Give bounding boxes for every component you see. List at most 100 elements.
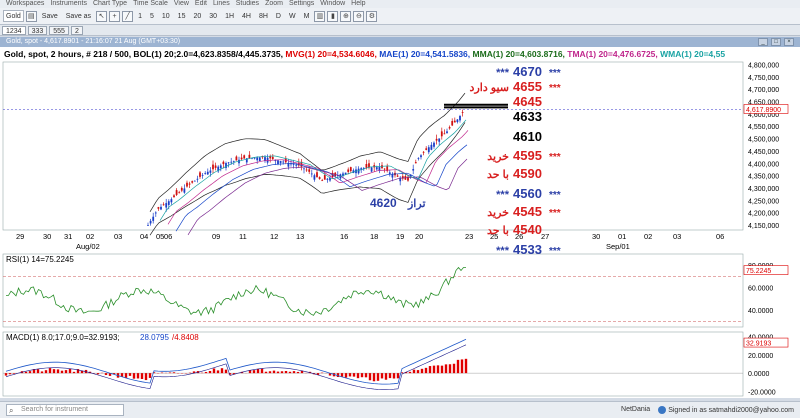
macd-bar bbox=[28, 371, 32, 374]
menu-item-instruments[interactable]: Instruments bbox=[50, 0, 87, 8]
interval-8h[interactable]: 8H bbox=[256, 10, 271, 22]
macd-bar bbox=[408, 371, 412, 374]
macd-bar bbox=[440, 365, 444, 374]
candle-body bbox=[461, 112, 464, 113]
interval-d[interactable]: D bbox=[273, 10, 284, 22]
candle-body bbox=[170, 199, 173, 203]
macd-bar bbox=[260, 368, 264, 374]
interval-15[interactable]: 15 bbox=[175, 10, 189, 22]
candle-body bbox=[178, 192, 181, 194]
menu-item-help[interactable]: Help bbox=[351, 0, 365, 8]
candle-body bbox=[365, 164, 368, 168]
macd-bar bbox=[432, 365, 436, 374]
macd-bar bbox=[252, 370, 256, 374]
price-tick-label: 4,700,000 bbox=[748, 87, 779, 94]
macd-label-c: /4.8408 bbox=[172, 333, 199, 342]
crosshair-icon[interactable]: + bbox=[109, 10, 121, 22]
interval-10[interactable]: 10 bbox=[159, 10, 173, 22]
level-value: 4590 bbox=[513, 166, 542, 181]
symbol-field[interactable]: Gold bbox=[3, 10, 24, 22]
macd-bar bbox=[436, 365, 440, 374]
search-input[interactable]: ⌕ Search for instrument bbox=[6, 404, 124, 416]
interval-w[interactable]: W bbox=[286, 10, 299, 22]
menu-item-workspaces[interactable]: Workspaces bbox=[6, 0, 44, 8]
macd-bar bbox=[128, 373, 132, 376]
macd-bar bbox=[360, 373, 364, 378]
time-tick-label: 03 bbox=[114, 232, 122, 241]
save-button[interactable]: Save bbox=[39, 10, 61, 22]
macd-bar bbox=[136, 373, 140, 379]
tab-1234[interactable]: 1234 bbox=[2, 25, 26, 35]
interval-5[interactable]: 5 bbox=[147, 10, 157, 22]
menu-item-lines[interactable]: Lines bbox=[213, 0, 230, 8]
candle-body bbox=[295, 164, 298, 166]
candle-body bbox=[204, 173, 207, 174]
close-icon[interactable]: × bbox=[784, 38, 794, 46]
rsi-label: RSI(1) 14=75.2245 bbox=[6, 255, 74, 264]
level-prefix: خرید bbox=[487, 207, 509, 219]
macd-bar bbox=[268, 371, 272, 374]
candle-body bbox=[370, 167, 373, 172]
time-tick-label: 03 bbox=[673, 232, 681, 241]
candle-body bbox=[212, 164, 214, 170]
menu-item-chart-type[interactable]: Chart Type bbox=[93, 0, 127, 8]
candle-body bbox=[206, 171, 209, 175]
menu-item-studies[interactable]: Studies bbox=[236, 0, 259, 8]
macd-bar bbox=[148, 373, 152, 378]
interval-30[interactable]: 30 bbox=[206, 10, 220, 22]
macd-bar bbox=[380, 373, 384, 379]
macd-bar bbox=[452, 363, 456, 374]
time-tick-label: 23 bbox=[465, 232, 473, 241]
interval-m[interactable]: M bbox=[301, 10, 313, 22]
interval-1h[interactable]: 1H bbox=[222, 10, 237, 22]
candle-body bbox=[308, 169, 311, 172]
menu-item-time-scale[interactable]: Time Scale bbox=[133, 0, 168, 8]
candle-body bbox=[243, 155, 246, 159]
line-icon[interactable]: ╱ bbox=[122, 10, 134, 22]
macd-bar bbox=[24, 371, 28, 374]
chart-icon[interactable]: ▥ bbox=[314, 10, 326, 22]
open-icon[interactable]: ▤ bbox=[25, 10, 37, 22]
macd-bar bbox=[344, 373, 348, 378]
macd-bar bbox=[224, 369, 228, 374]
chart-svg[interactable]: 4,800,0004,750,0004,700,0004,650,0004,60… bbox=[0, 47, 800, 398]
info-mma: MMA(1) 20=4,603.8716, bbox=[472, 49, 565, 59]
candle-icon[interactable]: ▮ bbox=[327, 10, 339, 22]
macd-tick-label: 0.0000 bbox=[748, 371, 770, 378]
price-tick-label: 4,250,000 bbox=[748, 198, 779, 205]
macd-bar bbox=[48, 368, 52, 374]
interval-1[interactable]: 1 bbox=[135, 10, 145, 22]
zoom-in-icon[interactable]: ⊕ bbox=[340, 10, 352, 22]
menu-item-window[interactable]: Window bbox=[320, 0, 345, 8]
macd-bar bbox=[272, 370, 276, 374]
menu-item-settings[interactable]: Settings bbox=[289, 0, 314, 8]
candle-body bbox=[378, 167, 381, 171]
macd-bar bbox=[40, 371, 44, 374]
candle-body bbox=[456, 119, 459, 123]
macd-bar bbox=[8, 373, 12, 375]
menu-item-zoom[interactable]: Zoom bbox=[265, 0, 283, 8]
info-main: Gold, spot, 2 hours, # 218 / 500, BOL(1)… bbox=[4, 49, 283, 59]
settings-icon[interactable]: ⚙ bbox=[366, 10, 378, 22]
tab-333[interactable]: 333 bbox=[27, 25, 48, 35]
candle-body bbox=[235, 156, 238, 161]
candle-body bbox=[435, 138, 438, 141]
level-value: 4533 bbox=[513, 242, 542, 257]
macd-bar bbox=[124, 373, 128, 378]
tab-555[interactable]: 555 bbox=[49, 25, 69, 35]
maximize-icon[interactable]: □ bbox=[771, 38, 781, 46]
menu-item-view[interactable]: View bbox=[174, 0, 189, 8]
pointer-icon[interactable]: ↖ bbox=[96, 10, 108, 22]
menu-item-edit[interactable]: Edit bbox=[195, 0, 207, 8]
macd-bar bbox=[444, 364, 448, 374]
minimize-icon[interactable]: _ bbox=[758, 38, 768, 46]
chart-area[interactable]: 4,800,000 4,750,000 4,700,000 4,650,000 4,60… bbox=[0, 47, 800, 398]
macd-bar bbox=[356, 373, 360, 379]
candle-body bbox=[313, 175, 316, 180]
zoom-out-icon[interactable]: ⊖ bbox=[353, 10, 365, 22]
interval-4h[interactable]: 4H bbox=[239, 10, 254, 22]
tab-2[interactable]: 2 bbox=[70, 25, 83, 35]
save-as-button[interactable]: Save as bbox=[63, 10, 94, 22]
interval-20[interactable]: 20 bbox=[190, 10, 204, 22]
candle-body bbox=[165, 203, 168, 208]
